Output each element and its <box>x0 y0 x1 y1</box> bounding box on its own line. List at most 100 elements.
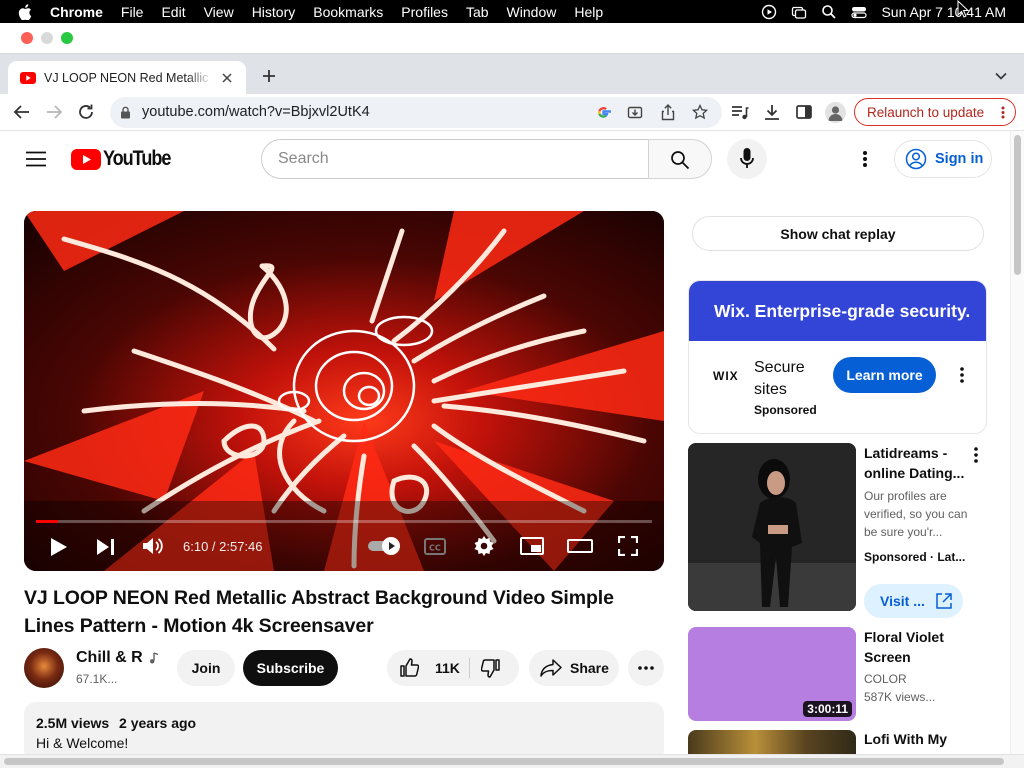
menu-bookmarks[interactable]: Bookmarks <box>313 4 383 20</box>
video-progress-track[interactable] <box>36 520 652 523</box>
miniplayer-icon[interactable] <box>520 537 544 555</box>
control-center-icon[interactable] <box>851 4 868 20</box>
fullscreen-icon[interactable] <box>618 536 638 556</box>
channel-avatar[interactable] <box>24 648 64 688</box>
menu-help[interactable]: Help <box>574 4 603 20</box>
voice-search-button[interactable] <box>727 139 767 179</box>
menu-tab[interactable]: Tab <box>466 4 489 20</box>
more-vert-icon[interactable] <box>1001 106 1005 119</box>
like-divider <box>469 658 470 678</box>
sponsored-more-vert-icon[interactable] <box>974 447 978 463</box>
menu-window[interactable]: Window <box>507 4 557 20</box>
video-duration-badge: 3:00:11 <box>803 701 852 717</box>
show-chat-replay-button[interactable]: Show chat replay <box>692 216 984 251</box>
wix-ad-card[interactable]: Wix. Enterprise-grade security. WIX Secu… <box>688 280 987 434</box>
floral-violet-channel[interactable]: COLOR <box>864 670 907 688</box>
side-panel-icon[interactable] <box>794 102 814 122</box>
closed-captions-icon[interactable]: CC <box>424 538 446 555</box>
autoplay-toggle[interactable] <box>368 537 402 555</box>
profile-avatar-icon[interactable] <box>825 102 846 123</box>
macos-menu-bar: Chrome File Edit View History Bookmarks … <box>0 0 1024 23</box>
minimize-window-button[interactable] <box>41 32 53 44</box>
floral-violet-title[interactable]: Floral Violet Screen <box>864 627 964 667</box>
screen-mirroring-icon[interactable] <box>791 4 807 20</box>
lock-icon[interactable] <box>120 106 131 119</box>
ad-banner[interactable]: Wix. Enterprise-grade security. <box>689 281 986 341</box>
ad-sponsored-label: Sponsored <box>754 403 817 417</box>
menu-file[interactable]: File <box>121 4 144 20</box>
back-arrow-icon[interactable] <box>12 102 32 122</box>
close-window-button[interactable] <box>21 32 33 44</box>
zoom-window-button[interactable] <box>61 32 73 44</box>
menubar-clock[interactable]: Sun Apr 7 10:41 AM <box>881 4 1006 20</box>
floral-violet-thumbnail[interactable]: 3:00:11 <box>688 627 856 721</box>
hamburger-menu-icon[interactable] <box>26 151 46 167</box>
thumbs-up-icon[interactable] <box>399 658 419 678</box>
relaunch-to-update-button[interactable]: Relaunch to update <box>854 98 1016 126</box>
youtube-logo[interactable]: YouTube <box>71 147 181 170</box>
share-arrow-icon <box>540 659 562 677</box>
next-video-icon[interactable] <box>96 538 116 556</box>
more-actions-button[interactable] <box>628 650 664 686</box>
description-box[interactable]: 2.5M views 2 years ago Hi & Welcome! <box>24 702 664 762</box>
sponsored-meta-text: Sponsored · Lat... <box>864 550 966 564</box>
tab-search-chevron-icon[interactable] <box>995 72 1007 80</box>
forward-arrow-icon[interactable] <box>44 102 64 122</box>
settings-more-vert-icon[interactable] <box>863 151 867 167</box>
share-label: Share <box>570 660 609 676</box>
video-frame-neon-abstract <box>24 211 664 571</box>
learn-more-button[interactable]: Learn more <box>833 357 936 393</box>
subscribe-button[interactable]: Subscribe <box>243 650 338 686</box>
horizontal-scrollbar[interactable] <box>0 754 1024 768</box>
join-button[interactable]: Join <box>177 650 235 686</box>
install-app-icon[interactable] <box>627 105 643 121</box>
view-count: 2.5M views <box>36 715 110 731</box>
video-player[interactable]: 6:10 / 2:57:46 CC <box>24 211 664 571</box>
vertical-scrollbar[interactable] <box>1010 131 1024 754</box>
visit-button[interactable]: Visit ... <box>864 584 963 618</box>
apple-logo-icon[interactable] <box>18 3 32 20</box>
settings-gear-icon[interactable] <box>474 536 494 556</box>
channel-name-row[interactable]: Chill & R <box>76 649 159 667</box>
menu-history[interactable]: History <box>252 4 296 20</box>
sign-in-button[interactable]: Sign in <box>894 140 992 178</box>
search-button[interactable] <box>648 139 712 179</box>
thumbs-down-icon[interactable] <box>481 658 501 678</box>
sponsored-meta: Sponsored · Lat... <box>864 550 965 564</box>
close-tab-icon[interactable] <box>222 72 232 83</box>
lofi-title[interactable]: Lofi With My <box>864 729 947 749</box>
downloads-icon[interactable] <box>762 102 782 122</box>
address-bar[interactable]: youtube.com/watch?v=Bbjxvl2UtK4 <box>110 97 722 128</box>
google-lens-icon[interactable] <box>596 105 611 120</box>
play-circle-icon[interactable] <box>761 4 777 20</box>
search-input[interactable]: Search <box>261 139 649 179</box>
lofi-thumbnail[interactable] <box>688 730 856 754</box>
reload-icon[interactable] <box>76 102 96 122</box>
sponsored-thumbnail[interactable] <box>688 443 856 611</box>
autoplay-play-icon <box>382 537 400 555</box>
ad-more-vert-icon[interactable] <box>960 367 964 383</box>
menu-profiles[interactable]: Profiles <box>401 4 448 20</box>
menu-app-name[interactable]: Chrome <box>50 4 103 20</box>
youtube-wordmark: YouTube <box>103 147 171 170</box>
play-icon[interactable] <box>50 537 68 557</box>
media-control-icon[interactable] <box>730 103 750 123</box>
spotlight-search-icon[interactable] <box>821 4 837 20</box>
horizontal-scroll-thumb[interactable] <box>4 758 1004 765</box>
share-page-icon[interactable] <box>660 104 676 121</box>
share-button[interactable]: Share <box>529 650 619 686</box>
channel-name[interactable]: Chill & R <box>76 649 143 667</box>
menu-view[interactable]: View <box>204 4 234 20</box>
theater-mode-icon[interactable] <box>567 539 593 553</box>
youtube-play-logo-icon <box>71 148 101 170</box>
bookmark-star-icon[interactable] <box>692 104 708 120</box>
sponsored-title[interactable]: Latidreams - online Dating... <box>864 443 970 483</box>
url-text[interactable]: youtube.com/watch?v=Bbjxvl2UtK4 <box>142 104 370 120</box>
tab-youtube-video[interactable]: VJ LOOP NEON Red Metallic Abstract Backg… <box>8 61 246 94</box>
vertical-scroll-thumb[interactable] <box>1014 135 1021 275</box>
like-count[interactable]: 11K <box>435 660 460 676</box>
video-progress-played <box>36 520 58 523</box>
volume-icon[interactable] <box>142 536 164 556</box>
menu-edit[interactable]: Edit <box>161 4 185 20</box>
new-tab-plus-icon[interactable] <box>262 69 276 83</box>
